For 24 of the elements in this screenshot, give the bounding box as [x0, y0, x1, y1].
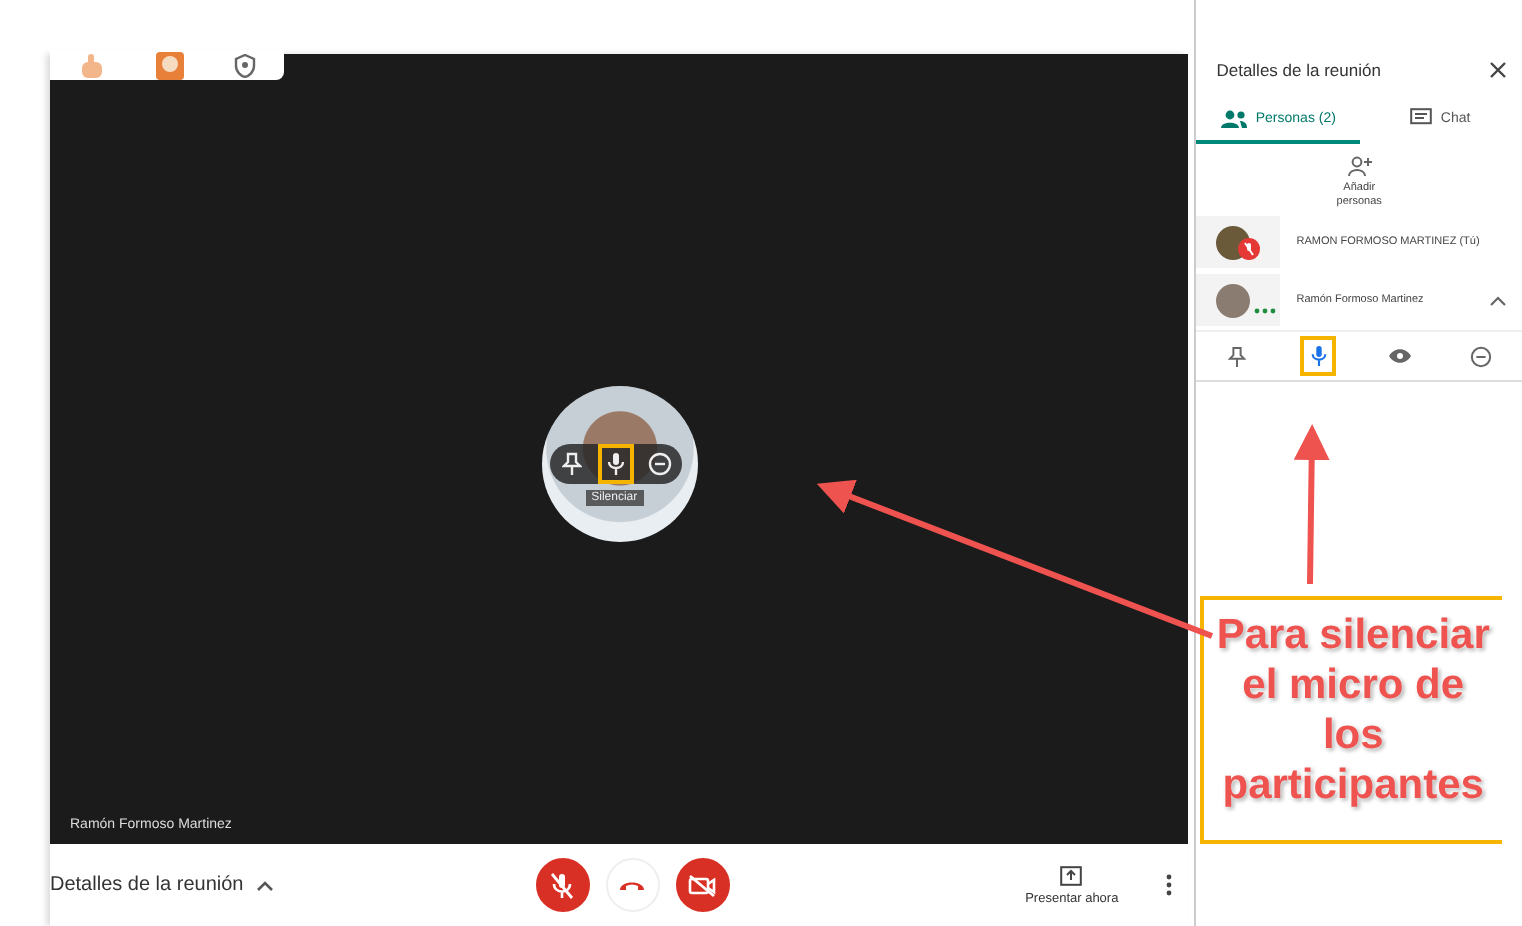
camera-button[interactable] — [675, 858, 730, 912]
chat-icon — [1410, 108, 1433, 128]
microphone-button[interactable] — [535, 858, 590, 912]
more-options-icon[interactable] — [1166, 874, 1173, 896]
pin-icon[interactable] — [557, 448, 586, 480]
chevron-icon[interactable] — [1490, 295, 1506, 306]
add-person-icon — [1347, 156, 1372, 176]
mic-icon[interactable] — [1304, 340, 1333, 373]
close-icon[interactable] — [1490, 62, 1506, 78]
phone-icon — [618, 879, 647, 891]
microphone-icon — [550, 871, 575, 899]
mic-icon[interactable] — [601, 448, 630, 480]
remove-icon[interactable] — [645, 448, 674, 480]
annotation-callout: Para silenciar el micro de los participantes — [1200, 596, 1502, 844]
avatar-sticker-icon[interactable] — [155, 51, 184, 79]
chevron-icon — [255, 879, 274, 891]
people-icon — [1219, 109, 1248, 127]
shield-icon[interactable] — [233, 53, 256, 77]
panel-title: Detalles de la reunión — [1216, 60, 1381, 80]
avatar-icon — [1216, 283, 1251, 318]
meeting-details-button[interactable]: Detalles de la reunión — [50, 874, 274, 896]
camera-icon — [688, 873, 717, 897]
present-screen-icon — [1060, 865, 1083, 885]
hang-up-button[interactable] — [605, 858, 660, 912]
